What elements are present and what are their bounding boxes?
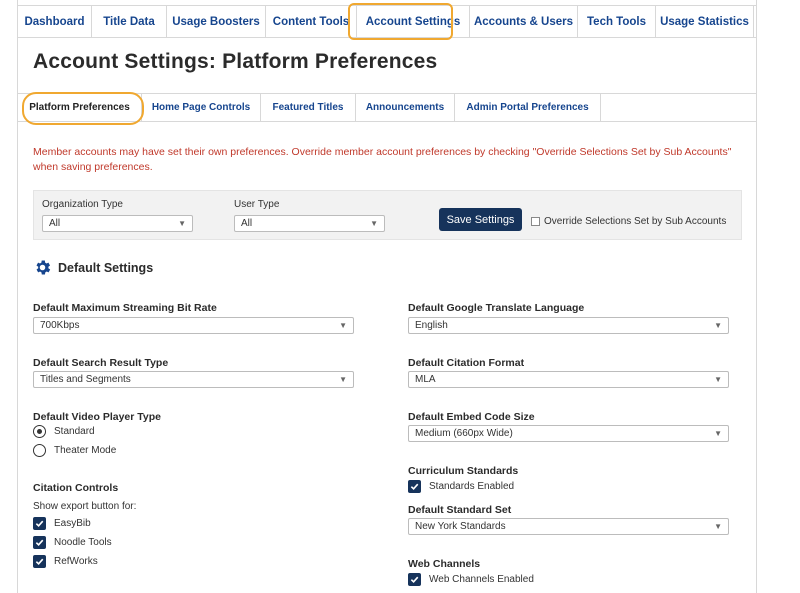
default-settings-heading: Default Settings xyxy=(33,258,153,277)
radio-standard[interactable]: Standard xyxy=(33,425,95,438)
citation-controls-sublabel: Show export button for: xyxy=(33,501,137,512)
user-type-select[interactable]: All ▼ xyxy=(234,215,385,232)
caret-down-icon: ▼ xyxy=(714,522,722,531)
caret-down-icon: ▼ xyxy=(339,375,347,384)
caret-down-icon: ▼ xyxy=(714,429,722,438)
subtab-home-page-controls[interactable]: Home Page Controls xyxy=(142,94,261,121)
nav-tab-label: Accounts & Users xyxy=(473,15,574,28)
gear-icon xyxy=(36,260,51,275)
translate-select[interactable]: English ▼ xyxy=(408,317,729,334)
radio-theater-mode[interactable]: Theater Mode xyxy=(33,444,116,457)
nav-tab-title-data[interactable]: Title Data xyxy=(92,6,167,37)
subtab-featured-titles[interactable]: Featured Titles xyxy=(261,94,356,121)
checkbox-unchecked-icon xyxy=(531,217,540,226)
nav-tab-accounts-users[interactable]: Accounts & Users xyxy=(470,6,578,37)
section-title: Default Settings xyxy=(58,260,154,275)
nav-tab-dashboard[interactable]: Dashboard xyxy=(18,6,92,37)
subtab-admin-portal-preferences[interactable]: Admin Portal Preferences xyxy=(455,94,601,121)
bitrate-value: 700Kbps xyxy=(40,320,80,331)
checkbox-checked-icon xyxy=(408,480,421,493)
nav-tab-content-tools[interactable]: Content Tools xyxy=(266,6,357,37)
radio-selected-icon xyxy=(33,425,46,438)
checkbox-label: EasyBib xyxy=(54,518,91,529)
checkbox-standards-enabled[interactable]: Standards Enabled xyxy=(408,480,514,493)
embed-size-label: Default Embed Code Size xyxy=(408,411,535,423)
citation-format-label: Default Citation Format xyxy=(408,357,525,369)
standard-set-value: New York Standards xyxy=(415,521,506,532)
checkbox-label: Noodle Tools xyxy=(54,537,112,548)
embed-size-select[interactable]: Medium (660px Wide) ▼ xyxy=(408,425,729,442)
checkbox-label: Web Channels Enabled xyxy=(429,574,534,585)
search-type-select[interactable]: Titles and Segments ▼ xyxy=(33,371,354,388)
org-type-value: All xyxy=(49,218,61,229)
nav-tab-label: Dashboard xyxy=(24,15,85,28)
org-type-select[interactable]: All ▼ xyxy=(42,215,193,232)
bitrate-select[interactable]: 700Kbps ▼ xyxy=(33,317,354,334)
radio-label: Standard xyxy=(54,426,95,437)
checkbox-easybib[interactable]: EasyBib xyxy=(33,517,91,530)
user-type-label: User Type xyxy=(234,199,280,210)
nav-tab-label: Title Data xyxy=(103,15,155,28)
subtab-label: Admin Portal Preferences xyxy=(466,102,589,113)
nav-tab-tech-tools[interactable]: Tech Tools xyxy=(578,6,656,37)
main-frame: Dashboard Title Data Usage Boosters Cont… xyxy=(17,0,757,593)
save-settings-button[interactable]: Save Settings xyxy=(439,208,522,231)
translate-label: Default Google Translate Language xyxy=(408,302,585,314)
bitrate-label: Default Maximum Streaming Bit Rate xyxy=(33,302,217,314)
radio-unselected-icon xyxy=(33,444,46,457)
radio-label: Theater Mode xyxy=(54,445,117,456)
nav-tab-account-settings[interactable]: Account Settings xyxy=(357,6,470,37)
checkbox-web-channels-enabled[interactable]: Web Channels Enabled xyxy=(408,573,534,586)
checkbox-refworks[interactable]: RefWorks xyxy=(33,555,98,568)
translate-value: English xyxy=(415,320,448,331)
user-type-value: All xyxy=(241,218,253,229)
checkbox-checked-icon xyxy=(33,555,46,568)
nav-tab-usage-statistics[interactable]: Usage Statistics xyxy=(656,6,754,37)
top-nav: Dashboard Title Data Usage Boosters Cont… xyxy=(18,5,756,38)
search-type-label: Default Search Result Type xyxy=(33,357,169,369)
player-type-label: Default Video Player Type xyxy=(33,411,161,423)
checkbox-checked-icon xyxy=(408,573,421,586)
org-type-label: Organization Type xyxy=(42,199,123,210)
nav-tab-usage-boosters[interactable]: Usage Boosters xyxy=(167,6,266,37)
caret-down-icon: ▼ xyxy=(178,219,186,228)
checkbox-label: RefWorks xyxy=(54,556,98,567)
override-label: Override Selections Set by Sub Accounts xyxy=(544,216,727,227)
standard-set-label: Default Standard Set xyxy=(408,504,512,516)
caret-down-icon: ▼ xyxy=(370,219,378,228)
page-title: Account Settings: Platform Preferences xyxy=(33,50,438,73)
nav-tab-label: Usage Boosters xyxy=(172,15,260,28)
nav-tab-label: Content Tools xyxy=(272,15,350,28)
subtab-label: Announcements xyxy=(365,102,445,113)
nav-tab-label: Account Settings xyxy=(365,15,461,28)
search-type-value: Titles and Segments xyxy=(40,374,131,385)
subtab-announcements[interactable]: Announcements xyxy=(356,94,455,121)
subtab-platform-preferences[interactable]: Platform Preferences xyxy=(18,94,142,121)
override-notice: Member accounts may have set their own p… xyxy=(33,146,732,173)
override-checkbox[interactable]: Override Selections Set by Sub Accounts xyxy=(531,216,726,227)
checkbox-noodle-tools[interactable]: Noodle Tools xyxy=(33,536,112,549)
caret-down-icon: ▼ xyxy=(339,321,347,330)
checkbox-checked-icon xyxy=(33,517,46,530)
web-channels-label: Web Channels xyxy=(408,558,481,570)
subtab-label: Platform Preferences xyxy=(29,102,130,113)
subtab-label: Featured Titles xyxy=(272,102,344,113)
citation-controls-label: Citation Controls xyxy=(33,482,119,494)
subtab-label: Home Page Controls xyxy=(151,102,251,113)
citation-format-value: MLA xyxy=(415,374,436,385)
checkbox-checked-icon xyxy=(33,536,46,549)
filter-bar: Organization Type All ▼ User Type All ▼ … xyxy=(33,190,742,240)
curriculum-label: Curriculum Standards xyxy=(408,465,519,477)
checkbox-label: Standards Enabled xyxy=(429,481,515,492)
nav-tab-label: Tech Tools xyxy=(587,15,646,28)
standard-set-select[interactable]: New York Standards ▼ xyxy=(408,518,729,535)
citation-format-select[interactable]: MLA ▼ xyxy=(408,371,729,388)
embed-size-value: Medium (660px Wide) xyxy=(415,428,513,439)
caret-down-icon: ▼ xyxy=(714,375,722,384)
nav-tab-label: Usage Statistics xyxy=(660,15,749,28)
sub-nav: Platform Preferences Home Page Controls … xyxy=(18,93,756,122)
caret-down-icon: ▼ xyxy=(714,321,722,330)
